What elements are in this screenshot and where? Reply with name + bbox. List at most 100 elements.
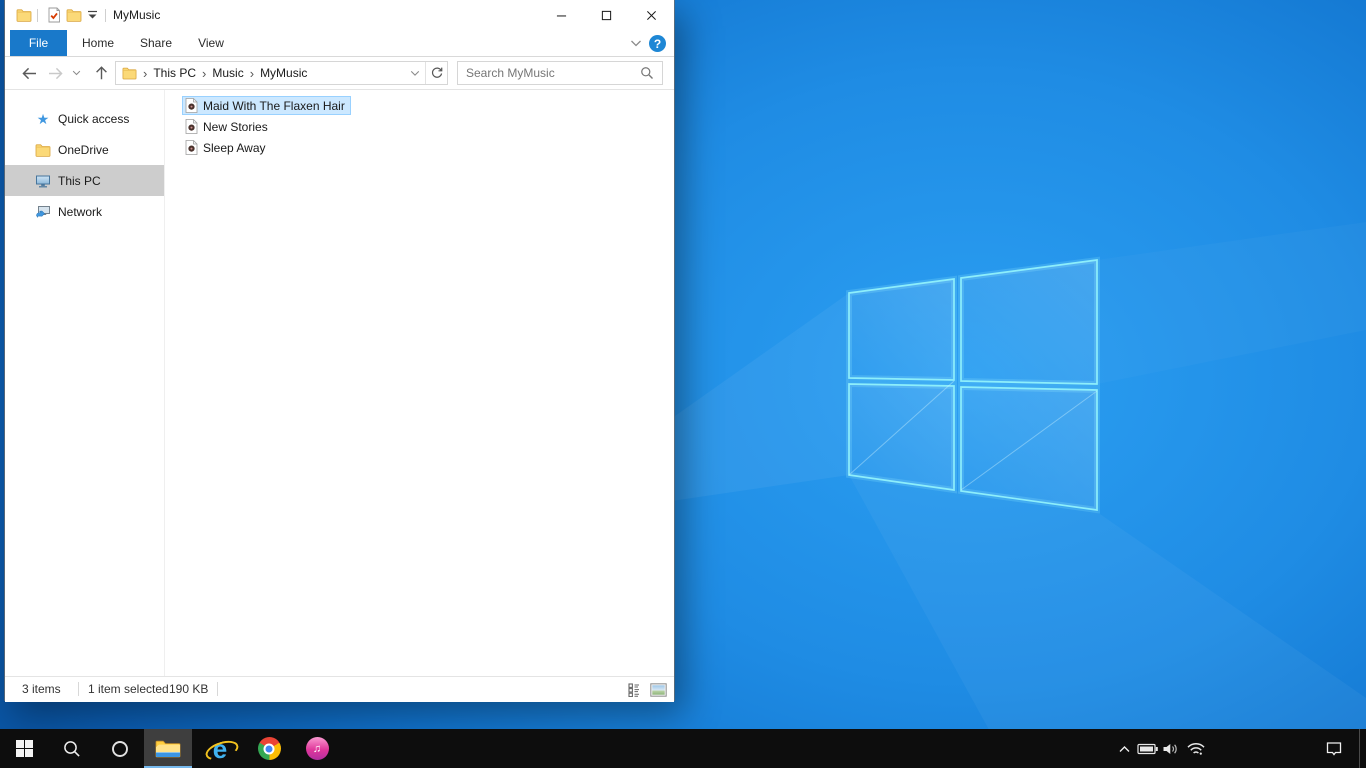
title-bar[interactable]: MyMusic [5, 0, 674, 30]
quick-access-star-icon: ★ [36, 110, 50, 127]
breadcrumb-separator: › [143, 65, 148, 81]
address-bar[interactable]: › This PC › Music › MyMusic [115, 61, 448, 85]
folder-icon [122, 66, 137, 80]
sidebar-item-network[interactable]: Network [5, 196, 164, 227]
battery-status[interactable] [1136, 729, 1160, 768]
music-file-icon [185, 98, 198, 113]
music-file-icon [185, 119, 198, 134]
itunes-button[interactable]: ♫ [293, 729, 341, 768]
qat-separator [105, 9, 106, 22]
maximize-button[interactable] [584, 0, 629, 30]
sidebar-item-onedrive[interactable]: OneDrive [5, 134, 164, 165]
search-icon[interactable] [640, 66, 654, 80]
ribbon-tabs: File Home Share View ? [5, 30, 674, 57]
file-name: New Stories [203, 119, 268, 134]
navigation-pane: ★ Quick access OneDrive This PC Network [5, 90, 165, 676]
explorer-window-icon[interactable] [16, 7, 32, 23]
thumbnail-view-button[interactable] [650, 681, 667, 698]
expand-ribbon-chevron-icon[interactable] [630, 39, 642, 48]
sidebar-item-label: Network [58, 204, 103, 219]
qat-new-folder-icon[interactable] [66, 7, 82, 23]
item-count: 3 items [22, 682, 61, 696]
status-bar: 3 items 1 item selected 190 KB [5, 676, 674, 702]
network-status[interactable] [1184, 729, 1208, 768]
tab-view[interactable]: View [189, 30, 233, 56]
help-button[interactable]: ? [649, 35, 666, 52]
breadcrumb-mymusic[interactable]: MyMusic [260, 66, 307, 80]
start-button[interactable] [0, 729, 48, 768]
hidden-icons-button[interactable] [1114, 729, 1134, 768]
tab-share[interactable]: Share [133, 30, 179, 56]
refresh-button[interactable] [426, 62, 447, 84]
forward-arrow-icon [47, 67, 64, 80]
sidebar-item-this-pc[interactable]: This PC [5, 165, 164, 196]
network-icon [35, 204, 51, 220]
sidebar-item-label: Quick access [58, 111, 130, 126]
cortana-circle-icon [111, 740, 129, 758]
file-list[interactable]: Maid With The Flaxen Hair New Stories Sl… [165, 90, 351, 676]
breadcrumb-separator: › [202, 65, 207, 81]
show-desktop-button[interactable] [1359, 729, 1366, 768]
file-explorer-window: MyMusic File Home Share View ? › This PC… [5, 0, 674, 702]
main-area: ★ Quick access OneDrive This PC Network [5, 90, 674, 676]
win-logo-pane-top-left [848, 278, 955, 381]
window-title: MyMusic [113, 8, 161, 22]
up-arrow-icon [95, 65, 108, 81]
details-view-button[interactable] [628, 681, 645, 698]
qat-separator [37, 9, 38, 22]
screen: MyMusic File Home Share View ? › This PC… [0, 0, 1366, 768]
qat-customize-arrow-icon[interactable] [87, 10, 98, 20]
sidebar-item-label: This PC [58, 173, 101, 188]
chevron-down-icon [410, 70, 420, 77]
itunes-icon: ♫ [305, 737, 329, 760]
win-logo-pane-bottom-left [848, 383, 955, 491]
minimize-button[interactable] [539, 0, 584, 30]
sidebar-item-quick-access[interactable]: ★ Quick access [5, 103, 164, 134]
taskbar: e ♫ [0, 729, 1366, 768]
action-center-icon [1325, 740, 1343, 758]
breadcrumb-music[interactable]: Music [212, 66, 243, 80]
selection-count: 1 item selected [88, 682, 169, 696]
search-box[interactable] [457, 61, 663, 85]
win-logo-pane-top-right [960, 259, 1098, 385]
close-button[interactable] [629, 0, 674, 30]
forward-button[interactable] [43, 61, 67, 85]
recent-locations-button[interactable] [67, 61, 85, 85]
chrome-button[interactable] [245, 729, 293, 768]
refresh-icon [430, 66, 444, 80]
status-separator [78, 682, 79, 696]
action-center-button[interactable] [1320, 729, 1348, 768]
breadcrumb-this-pc[interactable]: This PC [153, 66, 196, 80]
tab-home[interactable]: Home [75, 30, 121, 56]
volume-icon [1162, 742, 1180, 756]
qat-properties-icon[interactable] [46, 7, 62, 23]
selection-size: 190 KB [169, 682, 209, 696]
file-explorer-taskbar-button[interactable] [144, 729, 192, 768]
maximize-icon [601, 10, 612, 21]
tab-file[interactable]: File [10, 30, 67, 56]
sidebar-item-label: OneDrive [58, 142, 109, 157]
file-item-selected[interactable]: Maid With The Flaxen Hair [182, 96, 351, 115]
back-arrow-icon [21, 67, 38, 80]
minimize-icon [556, 10, 567, 21]
internet-explorer-button[interactable]: e [196, 729, 244, 768]
search-input[interactable] [458, 62, 640, 84]
music-file-icon [185, 140, 198, 155]
file-item[interactable]: New Stories [182, 117, 274, 136]
chevron-up-icon [1118, 745, 1131, 753]
file-explorer-icon [155, 739, 181, 759]
taskbar-search-button[interactable] [48, 729, 96, 768]
back-button[interactable] [17, 61, 41, 85]
up-button[interactable] [89, 61, 113, 85]
close-icon [646, 10, 657, 21]
navigation-toolbar: › This PC › Music › MyMusic [5, 57, 674, 90]
internet-explorer-icon: e [203, 735, 241, 764]
file-name: Sleep Away [203, 140, 266, 155]
address-dropdown-button[interactable] [404, 62, 425, 84]
cortana-button[interactable] [96, 729, 144, 768]
volume-status[interactable] [1160, 729, 1182, 768]
file-item[interactable]: Sleep Away [182, 138, 272, 157]
status-separator [217, 682, 218, 696]
wifi-icon [1186, 741, 1206, 756]
windows-logo-icon [15, 740, 33, 757]
